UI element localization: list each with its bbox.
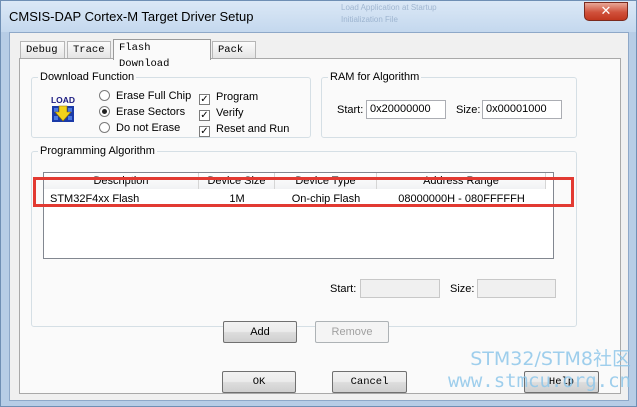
remove-button[interactable]: Remove [315,321,389,343]
check-icon[interactable]: ✓ [199,126,210,137]
add-button[interactable]: Add [223,321,297,343]
dialog-window: CMSIS-DAP Cortex-M Target Driver Setup L… [0,0,637,407]
verify-checkbox[interactable]: ✓ Verify [199,106,244,121]
annotation-highlight-box [33,177,574,207]
radio-indicator[interactable] [99,122,110,133]
ram-size-input[interactable]: 0x00001000 [482,100,562,119]
ram-for-algorithm-legend: RAM for Algorithm [328,71,422,83]
algo-start-input[interactable] [360,279,440,298]
do-not-erase-label: Do not Erase [116,122,181,134]
verify-label: Verify [216,107,244,119]
programming-algorithm-legend: Programming Algorithm [38,145,157,157]
flash-download-panel: Download Function LOAD Erase Full Chip E… [19,58,621,394]
download-function-group: Download Function LOAD Erase Full Chip E… [31,71,311,138]
background-ghost-text: Initialization File [341,15,398,24]
cancel-button[interactable]: Cancel [332,371,407,393]
tab-pack[interactable]: Pack [212,41,256,59]
close-icon: ✕ [600,4,612,19]
ram-for-algorithm-group: RAM for Algorithm Start: 0x20000000 Size… [321,71,577,138]
title-bar[interactable]: CMSIS-DAP Cortex-M Target Driver Setup L… [1,1,636,32]
load-icon: LOAD [47,95,79,127]
load-icon-text: LOAD [51,95,75,105]
watermark-line1: STM32/STM8社区 [470,348,631,370]
algo-start-label: Start: [330,283,357,295]
erase-sectors-label: Erase Sectors [116,106,186,118]
algo-size-input[interactable] [477,279,556,298]
erase-sectors-radio[interactable]: Erase Sectors [99,105,185,119]
reset-and-run-label: Reset and Run [216,123,290,135]
tab-flash-download[interactable]: Flash Download [113,39,211,70]
site-watermark: STM32/STM8社区 www.stmcu.org.cn [406,348,631,392]
background-ghost-text: Load Application at Startup [341,3,437,12]
ok-button[interactable]: OK [222,371,296,393]
reset-and-run-checkbox[interactable]: ✓ Reset and Run [199,122,290,137]
tab-trace[interactable]: Trace [67,41,111,59]
ram-start-input[interactable]: 0x20000000 [366,100,446,119]
check-icon[interactable]: ✓ [199,110,210,121]
tab-debug[interactable]: Debug [20,41,65,59]
dialog-client-area: Debug Trace Flash Download Pack Download… [9,32,629,401]
watermark-line2: www.stmcu.org.cn [447,370,631,392]
download-function-legend: Download Function [38,71,137,83]
radio-indicator[interactable] [99,106,110,117]
program-checkbox[interactable]: ✓ Program [199,90,259,105]
close-button[interactable]: ✕ [584,2,628,21]
program-label: Program [216,91,259,103]
ram-size-label: Size: [456,104,481,116]
check-icon[interactable]: ✓ [199,94,210,105]
window-title: CMSIS-DAP Cortex-M Target Driver Setup [9,9,254,24]
do-not-erase-radio[interactable]: Do not Erase [99,121,180,135]
radio-indicator[interactable] [99,90,110,101]
erase-full-chip-radio[interactable]: Erase Full Chip [99,89,191,103]
algo-size-label: Size: [450,283,475,295]
erase-full-chip-label: Erase Full Chip [116,90,192,102]
ram-start-label: Start: [337,104,364,116]
